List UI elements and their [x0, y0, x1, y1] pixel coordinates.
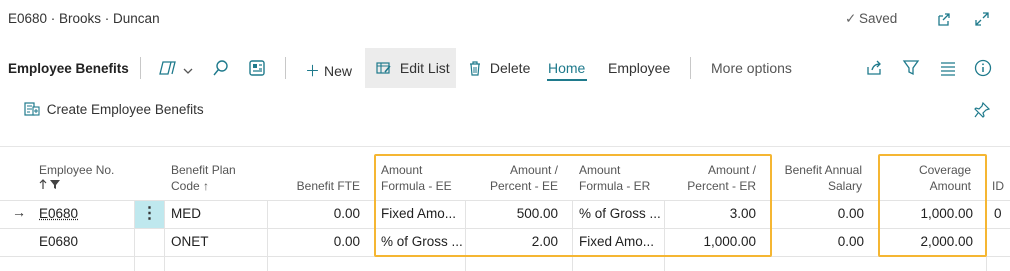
checkmark-icon: ✓ — [845, 11, 857, 26]
section-divider — [0, 146, 1010, 147]
current-row-indicator-icon: → — [12, 204, 26, 220]
column-label: Benefit Annual — [784, 163, 862, 177]
search-icon — [212, 60, 230, 81]
record-title: E0680 · Brooks · Duncan — [8, 11, 160, 26]
plus-icon: ＋ — [305, 63, 321, 80]
employee-no-cell[interactable]: E0680 — [39, 229, 78, 255]
saved-label: Saved — [859, 11, 898, 26]
divider — [140, 57, 141, 79]
list-icon — [939, 62, 957, 81]
sort-filter-indicator — [39, 178, 114, 194]
employee-no-cell[interactable]: E0680 — [39, 201, 78, 227]
highlight-box-amount-columns — [374, 154, 772, 257]
tab-home[interactable]: Home — [548, 60, 585, 76]
list-view-button[interactable] — [939, 59, 957, 82]
column-separator — [164, 200, 165, 271]
pin-icon — [973, 101, 991, 123]
column-header-benefit-fte[interactable]: Benefit FTE — [270, 178, 360, 194]
highlight-box-coverage-amount — [878, 154, 987, 257]
column-label: Employee No. — [39, 163, 115, 177]
create-document-icon — [24, 102, 47, 117]
new-button[interactable]: ＋ New — [305, 60, 352, 81]
divider — [690, 57, 691, 79]
trash-icon — [468, 60, 490, 76]
filter-pane-button[interactable] — [248, 59, 266, 82]
sort-ascending-icon: ↑ — [199, 179, 210, 193]
create-employee-benefits-button[interactable]: Create Employee Benefits — [24, 101, 204, 117]
create-label: Create Employee Benefits — [46, 102, 204, 117]
info-button[interactable] — [974, 59, 992, 82]
tab-employee[interactable]: Employee — [608, 60, 670, 76]
column-label: Code — [171, 179, 200, 193]
benefit-fte-cell[interactable]: 0.00 — [270, 201, 360, 227]
delete-label: Delete — [489, 60, 531, 76]
column-separator — [267, 200, 268, 271]
benefit-plan-code-cell[interactable]: ONET — [171, 229, 209, 255]
edit-list-icon — [376, 60, 400, 76]
new-label: New — [324, 63, 353, 79]
chevron-down-icon — [182, 64, 194, 81]
expand-icon[interactable] — [974, 11, 990, 31]
benefit-annual-salary-cell[interactable]: 0.00 — [770, 229, 864, 255]
more-options-button[interactable]: More options — [711, 60, 792, 76]
search-button[interactable] — [212, 59, 230, 82]
more-vertical-icon: ⋮ — [141, 205, 158, 222]
column-header-employee-no[interactable]: Employee No. — [39, 162, 114, 194]
row-actions-button[interactable]: ⋮ — [135, 201, 164, 228]
delete-button[interactable]: Delete — [468, 60, 530, 76]
id-cell[interactable]: 0 — [994, 201, 1002, 227]
column-label: Benefit Plan — [171, 163, 236, 177]
benefit-fte-cell[interactable]: 0.00 — [270, 229, 360, 255]
saved-status: ✓ Saved — [845, 11, 897, 27]
benefit-plan-code-cell[interactable]: MED — [171, 201, 201, 227]
column-label: Salary — [827, 179, 862, 193]
edit-list-label: Edit List — [399, 60, 450, 76]
benefit-annual-salary-cell[interactable]: 0.00 — [770, 201, 864, 227]
info-icon — [974, 59, 992, 81]
copilot-icon — [158, 61, 182, 81]
pin-button[interactable] — [973, 101, 991, 124]
page-name: Employee Benefits — [8, 61, 129, 76]
copilot-dropdown-button[interactable] — [158, 59, 194, 82]
filter-icon — [902, 60, 920, 81]
column-header-id[interactable]: ID — [992, 178, 1004, 194]
column-header-benefit-plan-code[interactable]: Benefit Plan Code ↑ — [171, 162, 236, 194]
filter-button[interactable] — [902, 59, 920, 82]
divider — [285, 57, 286, 79]
column-header-benefit-annual-salary[interactable]: Benefit Annual Salary — [768, 162, 862, 194]
open-in-new-window-icon[interactable] — [936, 11, 952, 31]
share-button[interactable] — [865, 59, 883, 82]
share-icon — [865, 60, 883, 81]
edit-list-button[interactable]: Edit List — [376, 60, 450, 76]
active-tab-indicator — [547, 79, 587, 81]
layout-icon — [248, 60, 266, 81]
